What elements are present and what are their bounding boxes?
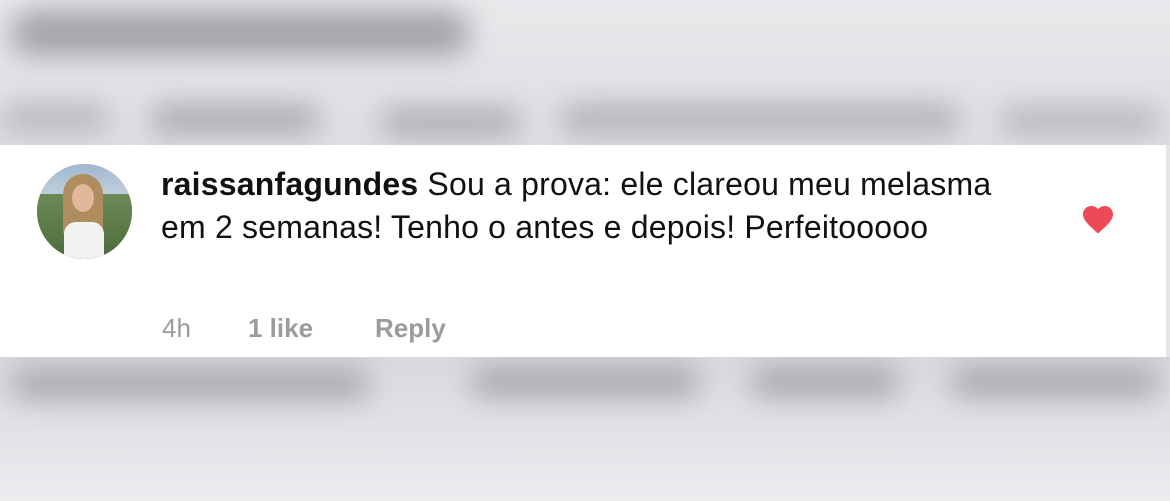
blurred-text-block (470, 366, 700, 398)
blurred-text-block (380, 108, 520, 136)
blurred-text-block (150, 104, 320, 134)
comment-body: raissanfagundes Sou a prova: ele clareou… (161, 163, 1041, 249)
avatar[interactable] (37, 164, 132, 259)
comment-card: raissanfagundes Sou a prova: ele clareou… (0, 145, 1166, 357)
blurred-text-block (560, 104, 960, 134)
heart-icon-shape (1083, 206, 1113, 234)
heart-icon[interactable] (1080, 201, 1116, 235)
avatar-clothing (64, 222, 104, 259)
comment-time: 4h (162, 313, 191, 343)
avatar-face (72, 184, 94, 212)
comment-likes-count[interactable]: 1 like (248, 313, 375, 344)
blurred-text-block (750, 366, 900, 398)
blurred-text-block (10, 10, 470, 56)
comment-username[interactable]: raissanfagundes (161, 166, 418, 202)
blurred-text-block (0, 104, 110, 132)
reply-button[interactable]: Reply (375, 313, 446, 344)
blurred-text-block (950, 366, 1160, 398)
blurred-text-block (1000, 106, 1160, 134)
comment-meta: 4h 1 like Reply (162, 313, 446, 344)
blurred-text-block (10, 368, 370, 400)
